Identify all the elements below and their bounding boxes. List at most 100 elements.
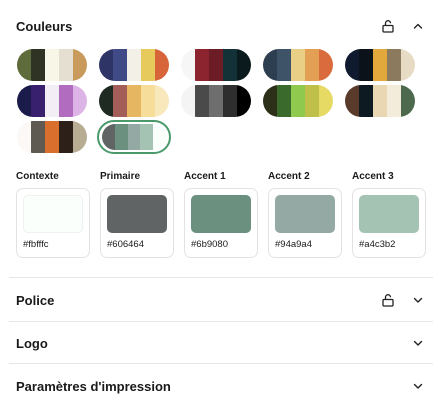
palette-color-stripe bbox=[113, 85, 127, 117]
unlock-icon[interactable] bbox=[380, 18, 396, 34]
color-role: Contexte #fbfffc bbox=[16, 170, 90, 258]
palette-color-stripe bbox=[99, 49, 113, 81]
color-role-label: Accent 3 bbox=[352, 171, 394, 182]
palette-color-stripe bbox=[45, 121, 59, 153]
palette-color-stripe bbox=[141, 49, 155, 81]
chevron-down-icon[interactable] bbox=[410, 378, 426, 394]
palette-color-stripe bbox=[223, 85, 237, 117]
palette-color-stripe bbox=[223, 49, 237, 81]
color-swatch[interactable] bbox=[191, 195, 251, 233]
palette-color-stripe bbox=[359, 85, 373, 117]
palette-swatch-strip bbox=[17, 121, 87, 153]
palette-color-stripe bbox=[127, 49, 141, 81]
palette-option[interactable] bbox=[345, 85, 415, 117]
palette-color-stripe bbox=[401, 85, 415, 117]
color-swatch[interactable] bbox=[359, 195, 419, 233]
color-swatch[interactable] bbox=[275, 195, 335, 233]
color-role-label: Contexte bbox=[16, 171, 59, 182]
palette-color-stripe bbox=[181, 85, 195, 117]
colors-section-header[interactable]: Couleurs bbox=[16, 14, 426, 38]
palette-option[interactable] bbox=[17, 121, 87, 153]
chevron-down-icon[interactable] bbox=[410, 292, 426, 308]
palette-color-stripe bbox=[73, 49, 87, 81]
palette-color-stripe bbox=[17, 85, 31, 117]
palette-color-stripe bbox=[195, 85, 209, 117]
color-hex-value: #fbfffc bbox=[23, 239, 49, 250]
palette-swatch-strip bbox=[345, 49, 415, 81]
palette-color-stripe bbox=[373, 85, 387, 117]
palette-color-stripe bbox=[373, 49, 387, 81]
color-role-label: Primaire bbox=[100, 171, 141, 182]
palette-color-stripe bbox=[127, 124, 141, 150]
palette-color-stripe bbox=[387, 85, 401, 117]
palette-option[interactable] bbox=[97, 120, 171, 154]
palette-option[interactable] bbox=[181, 85, 251, 117]
palette-color-stripe bbox=[127, 85, 141, 117]
palette-option[interactable] bbox=[345, 49, 415, 81]
palette-color-stripe bbox=[237, 49, 251, 81]
palette-color-stripe bbox=[45, 49, 59, 81]
palette-option[interactable] bbox=[263, 49, 333, 81]
palette-color-stripe bbox=[155, 49, 169, 81]
palette-option[interactable] bbox=[263, 85, 333, 117]
palette-color-stripe bbox=[73, 85, 87, 117]
font-section-title: Police bbox=[16, 292, 55, 308]
chevron-up-icon[interactable] bbox=[410, 18, 426, 34]
palette-color-stripe bbox=[59, 49, 73, 81]
logo-section-header[interactable]: Logo bbox=[16, 331, 426, 355]
palette-color-stripe bbox=[291, 49, 305, 81]
palette-color-stripe bbox=[277, 85, 291, 117]
palette-color-stripe bbox=[263, 49, 277, 81]
color-swatch[interactable] bbox=[23, 195, 83, 233]
color-hex-value: #6b9080 bbox=[191, 239, 228, 250]
palette-color-stripe bbox=[181, 49, 195, 81]
color-role-card[interactable]: #94a9a4 bbox=[268, 188, 342, 258]
color-role-card[interactable]: #606464 bbox=[100, 188, 174, 258]
color-role: Accent 1 #6b9080 bbox=[184, 170, 258, 258]
color-role-card[interactable]: #6b9080 bbox=[184, 188, 258, 258]
palette-color-stripe bbox=[31, 49, 45, 81]
palette-swatch-strip bbox=[345, 85, 415, 117]
color-hex-value: #606464 bbox=[107, 239, 144, 250]
palette-option[interactable] bbox=[17, 85, 87, 117]
palette-color-stripe bbox=[17, 49, 31, 81]
color-role-card[interactable]: #a4c3b2 bbox=[352, 188, 426, 258]
unlock-icon[interactable] bbox=[380, 292, 396, 308]
font-section-header[interactable]: Police bbox=[16, 288, 426, 312]
palette-color-stripe bbox=[102, 124, 115, 150]
palette-color-stripe bbox=[114, 124, 128, 150]
palette-color-stripe bbox=[305, 85, 319, 117]
divider bbox=[9, 363, 433, 364]
palette-color-stripe bbox=[155, 85, 169, 117]
palette-color-stripe bbox=[209, 49, 223, 81]
color-swatch[interactable] bbox=[107, 195, 167, 233]
colors-section-title: Couleurs bbox=[16, 18, 73, 34]
palette-option[interactable] bbox=[99, 85, 169, 117]
palette-grid bbox=[17, 49, 415, 154]
palette-swatch-strip bbox=[17, 49, 87, 81]
color-role: Accent 2 #94a9a4 bbox=[268, 170, 342, 258]
palette-color-stripe bbox=[277, 49, 291, 81]
palette-option[interactable] bbox=[17, 49, 87, 81]
palette-color-stripe bbox=[345, 49, 359, 81]
palette-color-stripe bbox=[387, 49, 401, 81]
palette-color-stripe bbox=[401, 49, 415, 81]
color-role-label: Accent 1 bbox=[184, 171, 226, 182]
palette-color-stripe bbox=[291, 85, 305, 117]
color-role: Primaire #606464 bbox=[100, 170, 174, 258]
palette-option[interactable] bbox=[181, 49, 251, 81]
palette-swatch-strip bbox=[181, 85, 251, 117]
print-settings-section-header[interactable]: Paramètres d'impression bbox=[16, 374, 426, 398]
chevron-down-icon[interactable] bbox=[410, 335, 426, 351]
palette-color-stripe bbox=[140, 124, 154, 150]
palette-color-stripe bbox=[195, 49, 209, 81]
color-role: Accent 3 #a4c3b2 bbox=[352, 170, 426, 258]
color-role-card[interactable]: #fbfffc bbox=[16, 188, 90, 258]
palette-color-stripe bbox=[99, 85, 113, 117]
palette-color-stripe bbox=[17, 121, 31, 153]
color-roles: Contexte #fbfffc Primaire #606464 Accent 1 #6… bbox=[16, 170, 426, 258]
palette-color-stripe bbox=[113, 49, 127, 81]
palette-option[interactable] bbox=[99, 49, 169, 81]
palette-color-stripe bbox=[237, 85, 251, 117]
divider bbox=[9, 321, 433, 322]
